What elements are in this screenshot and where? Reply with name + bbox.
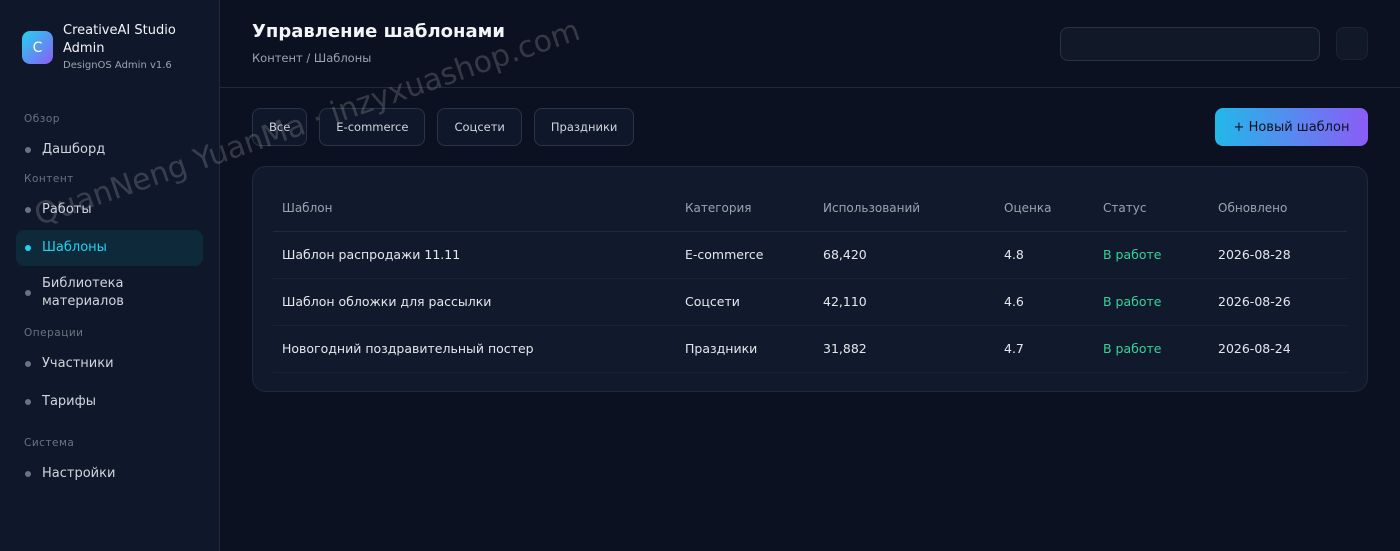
sidebar-item-label: Участники [42, 356, 114, 371]
sidebar-item-asset-library[interactable]: Библиотека материалов [16, 268, 203, 318]
sidebar-item-label: Тарифы [42, 394, 96, 409]
cell-updated: 2026-08-28 [1209, 231, 1347, 279]
cell-category: E-commerce [676, 231, 814, 279]
cell-template: Шаблон обложки для рассылки [273, 278, 676, 326]
cell-template: Новогодний поздравительный постер [273, 325, 676, 373]
sidebar-item-label: Дашборд [42, 142, 106, 157]
cell-rating: 4.8 [995, 231, 1094, 279]
column-header-template[interactable]: Шаблон [273, 185, 676, 232]
status-badge: В работе [1094, 231, 1209, 279]
cell-category: Соцсети [676, 278, 814, 326]
status-badge: В работе [1094, 325, 1209, 373]
bullet-icon [25, 361, 31, 367]
cell-usage: 42,110 [814, 278, 995, 326]
column-header-updated[interactable]: Обновлено [1209, 185, 1347, 232]
table-row[interactable]: Новогодний поздравительный постер Праздн… [273, 325, 1347, 373]
nav-section-system: Система [24, 437, 75, 449]
cell-rating: 4.6 [995, 278, 1094, 326]
table-header-row: Шаблон Категория Использований Оценка Ст… [273, 185, 1347, 232]
filter-chip-ecommerce[interactable]: E-commerce [319, 108, 426, 146]
cell-usage: 68,420 [814, 231, 995, 279]
status-badge: В работе [1094, 278, 1209, 326]
filter-bar: Все E-commerce Соцсети Праздники [252, 108, 635, 146]
table-row[interactable]: Шаблон распродажи 11.11 E-commerce 68,42… [273, 231, 1347, 279]
cell-updated: 2026-08-26 [1209, 278, 1347, 326]
table-row[interactable]: Шаблон обложки для рассылки Соцсети 42,1… [273, 278, 1347, 326]
bullet-icon [25, 147, 31, 153]
search-input[interactable] [1060, 27, 1320, 61]
sidebar-item-members[interactable]: Участники [16, 346, 203, 382]
templates-table: Шаблон Категория Использований Оценка Ст… [273, 185, 1347, 373]
main-content: Управление шаблонами Контент / Шаблоны В… [220, 0, 1400, 551]
cell-usage: 31,882 [814, 325, 995, 373]
brand-logo: C [22, 31, 53, 64]
bullet-icon [25, 245, 31, 251]
app-window: C CreativeAI Studio Admin DesignOS Admin… [0, 0, 1400, 551]
filter-chip-social[interactable]: Соцсети [437, 108, 522, 146]
cell-category: Праздники [676, 325, 814, 373]
sidebar-item-works[interactable]: Работы [16, 192, 203, 228]
topbar: Управление шаблонами Контент / Шаблоны [220, 0, 1400, 88]
bullet-icon [25, 290, 31, 296]
filter-chip-all[interactable]: Все [252, 108, 308, 146]
cell-updated: 2026-08-24 [1209, 325, 1347, 373]
column-header-status[interactable]: Статус [1094, 185, 1209, 232]
cell-rating: 4.7 [995, 325, 1094, 373]
templates-table-card: Шаблон Категория Использований Оценка Ст… [252, 166, 1368, 392]
sidebar-item-label: Работы [42, 202, 92, 217]
filter-chip-holidays[interactable]: Праздники [533, 108, 635, 146]
column-header-category[interactable]: Категория [676, 185, 814, 232]
sidebar-item-label: Настройки [42, 466, 116, 481]
nav-section-overview: Обзор [24, 113, 60, 125]
column-header-usage[interactable]: Использований [814, 185, 995, 232]
nav-section-content: Контент [24, 173, 74, 185]
sidebar-item-dashboard[interactable]: Дашборд [16, 132, 203, 168]
sidebar-item-templates[interactable]: Шаблоны [16, 230, 203, 266]
new-template-button[interactable]: + Новый шаблон [1215, 108, 1368, 146]
brand: C CreativeAI Studio Admin DesignOS Admin… [22, 22, 203, 73]
sidebar-item-settings[interactable]: Настройки [16, 456, 203, 492]
sidebar: C CreativeAI Studio Admin DesignOS Admin… [0, 0, 220, 551]
sidebar-item-label: Шаблоны [42, 240, 107, 255]
bullet-icon [25, 207, 31, 213]
brand-version: DesignOS Admin v1.6 [63, 60, 172, 71]
brand-name: CreativeAI Studio Admin [63, 23, 176, 56]
bullet-icon [25, 471, 31, 477]
cell-template: Шаблон распродажи 11.11 [273, 231, 676, 279]
column-header-rating[interactable]: Оценка [995, 185, 1094, 232]
sidebar-item-label: Библиотека материалов [42, 276, 124, 309]
bullet-icon [25, 399, 31, 405]
sidebar-item-plans[interactable]: Тарифы [16, 384, 203, 420]
notification-button[interactable] [1336, 27, 1368, 60]
nav-section-operations: Операции [24, 327, 84, 339]
